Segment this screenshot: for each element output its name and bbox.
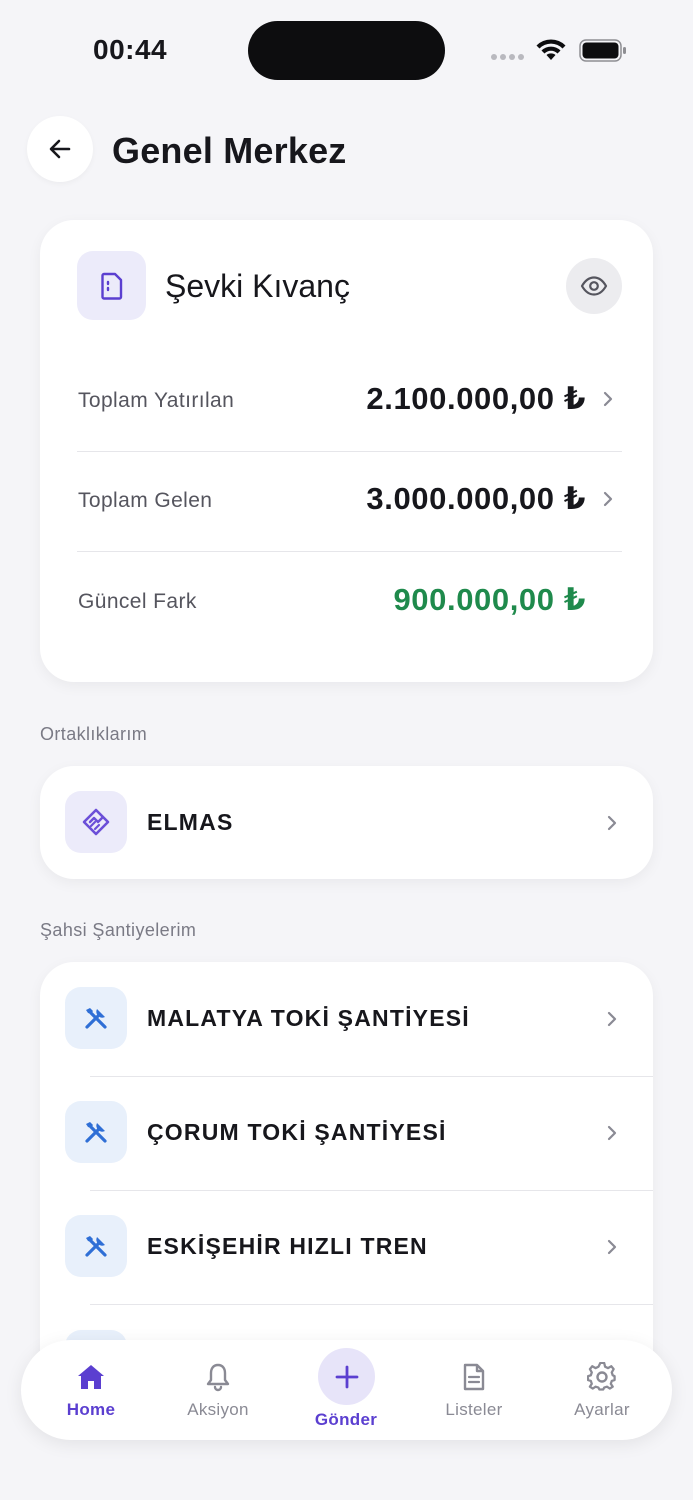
- plus-icon: [335, 1365, 358, 1388]
- site-item-corum[interactable]: ÇORUM TOKİ ŞANTİYESİ: [40, 1076, 653, 1190]
- bell-icon: [201, 1360, 235, 1394]
- partnership-label: ELMAS: [147, 809, 234, 835]
- gear-icon: [585, 1360, 619, 1394]
- current-difference-value: 900.000,00 ₺: [393, 582, 586, 617]
- bottom-navigation: Home Aksiyon Gönder Listeler Ayarlar: [21, 1340, 672, 1440]
- site-item-eskisehir[interactable]: ESKİŞEHİR HIZLI TREN: [40, 1190, 653, 1304]
- sites-card: MALATYA TOKİ ŞANTİYESİ ÇORUM TOKİ ŞANTİY…: [40, 962, 653, 1392]
- chevron-right-icon: [603, 491, 613, 507]
- eye-icon: [580, 276, 608, 296]
- page-title: Genel Merkez: [112, 130, 347, 171]
- dynamic-island: [248, 21, 445, 80]
- arrow-left-icon: [49, 139, 71, 159]
- tools-icon: [65, 987, 127, 1049]
- current-difference-row: Güncel Fark 900.000,00 ₺: [77, 552, 622, 652]
- site-label: ÇORUM TOKİ ŞANTİYESİ: [147, 1119, 447, 1145]
- nav-gonder[interactable]: [318, 1348, 375, 1405]
- tools-icon: [65, 1215, 127, 1277]
- summary-card: Şevki Kıvanç Toplam Yatırılan 2.100.000,…: [40, 220, 653, 682]
- chevron-right-icon: [607, 1239, 617, 1255]
- site-label: MALATYA TOKİ ŞANTİYESİ: [147, 1005, 470, 1031]
- site-item-malatya[interactable]: MALATYA TOKİ ŞANTİYESİ: [40, 962, 653, 1076]
- divider: [90, 1304, 653, 1305]
- partnerships-card: ELMAS: [40, 766, 653, 879]
- wifi-icon: [536, 39, 566, 60]
- nav-gonder-label[interactable]: Gönder: [306, 1410, 386, 1430]
- status-time: 00:44: [93, 34, 168, 65]
- nav-label: Home: [66, 1400, 116, 1419]
- partnership-item-elmas[interactable]: ELMAS: [40, 766, 653, 880]
- total-invested-row[interactable]: Toplam Yatırılan 2.100.000,00 ₺: [77, 351, 622, 451]
- chevron-right-icon: [607, 1125, 617, 1141]
- nav-label: Aksiyon: [187, 1400, 249, 1419]
- cellular-signal-icon: [491, 54, 524, 60]
- chevron-right-icon: [607, 815, 617, 831]
- site-label: ESKİŞEHİR HIZLI TREN: [147, 1233, 428, 1259]
- nav-ayarlar[interactable]: Ayarlar: [562, 1340, 642, 1440]
- tools-icon: [65, 1101, 127, 1163]
- nav-listeler[interactable]: Listeler: [434, 1340, 514, 1440]
- back-button[interactable]: [27, 116, 93, 182]
- chevron-right-icon: [603, 391, 613, 407]
- nav-aksiyon[interactable]: Aksiyon: [178, 1340, 258, 1440]
- nav-label: Listeler: [445, 1400, 503, 1419]
- document-icon: [457, 1360, 491, 1394]
- total-received-row[interactable]: Toplam Gelen 3.000.000,00 ₺: [77, 451, 622, 551]
- home-icon: [74, 1360, 108, 1394]
- toggle-visibility-button[interactable]: [566, 258, 622, 314]
- sites-section-title: Şahsi Şantiyelerim: [40, 920, 197, 940]
- battery-icon: [579, 39, 626, 62]
- nav-home[interactable]: Home: [51, 1340, 131, 1440]
- handshake-icon: [65, 791, 127, 853]
- nav-label: Ayarlar: [574, 1400, 630, 1419]
- person-file-icon: [77, 251, 146, 320]
- total-invested-label: Toplam Yatırılan: [78, 389, 235, 412]
- person-name: Şevki Kıvanç: [165, 268, 350, 304]
- total-invested-value: 2.100.000,00 ₺: [366, 381, 586, 416]
- partnerships-section-title: Ortaklıklarım: [40, 724, 148, 744]
- current-difference-label: Güncel Fark: [78, 590, 197, 613]
- total-received-label: Toplam Gelen: [78, 489, 213, 512]
- status-bar: 00:44: [0, 0, 693, 100]
- total-received-value: 3.000.000,00 ₺: [366, 481, 586, 516]
- chevron-right-icon: [607, 1011, 617, 1027]
